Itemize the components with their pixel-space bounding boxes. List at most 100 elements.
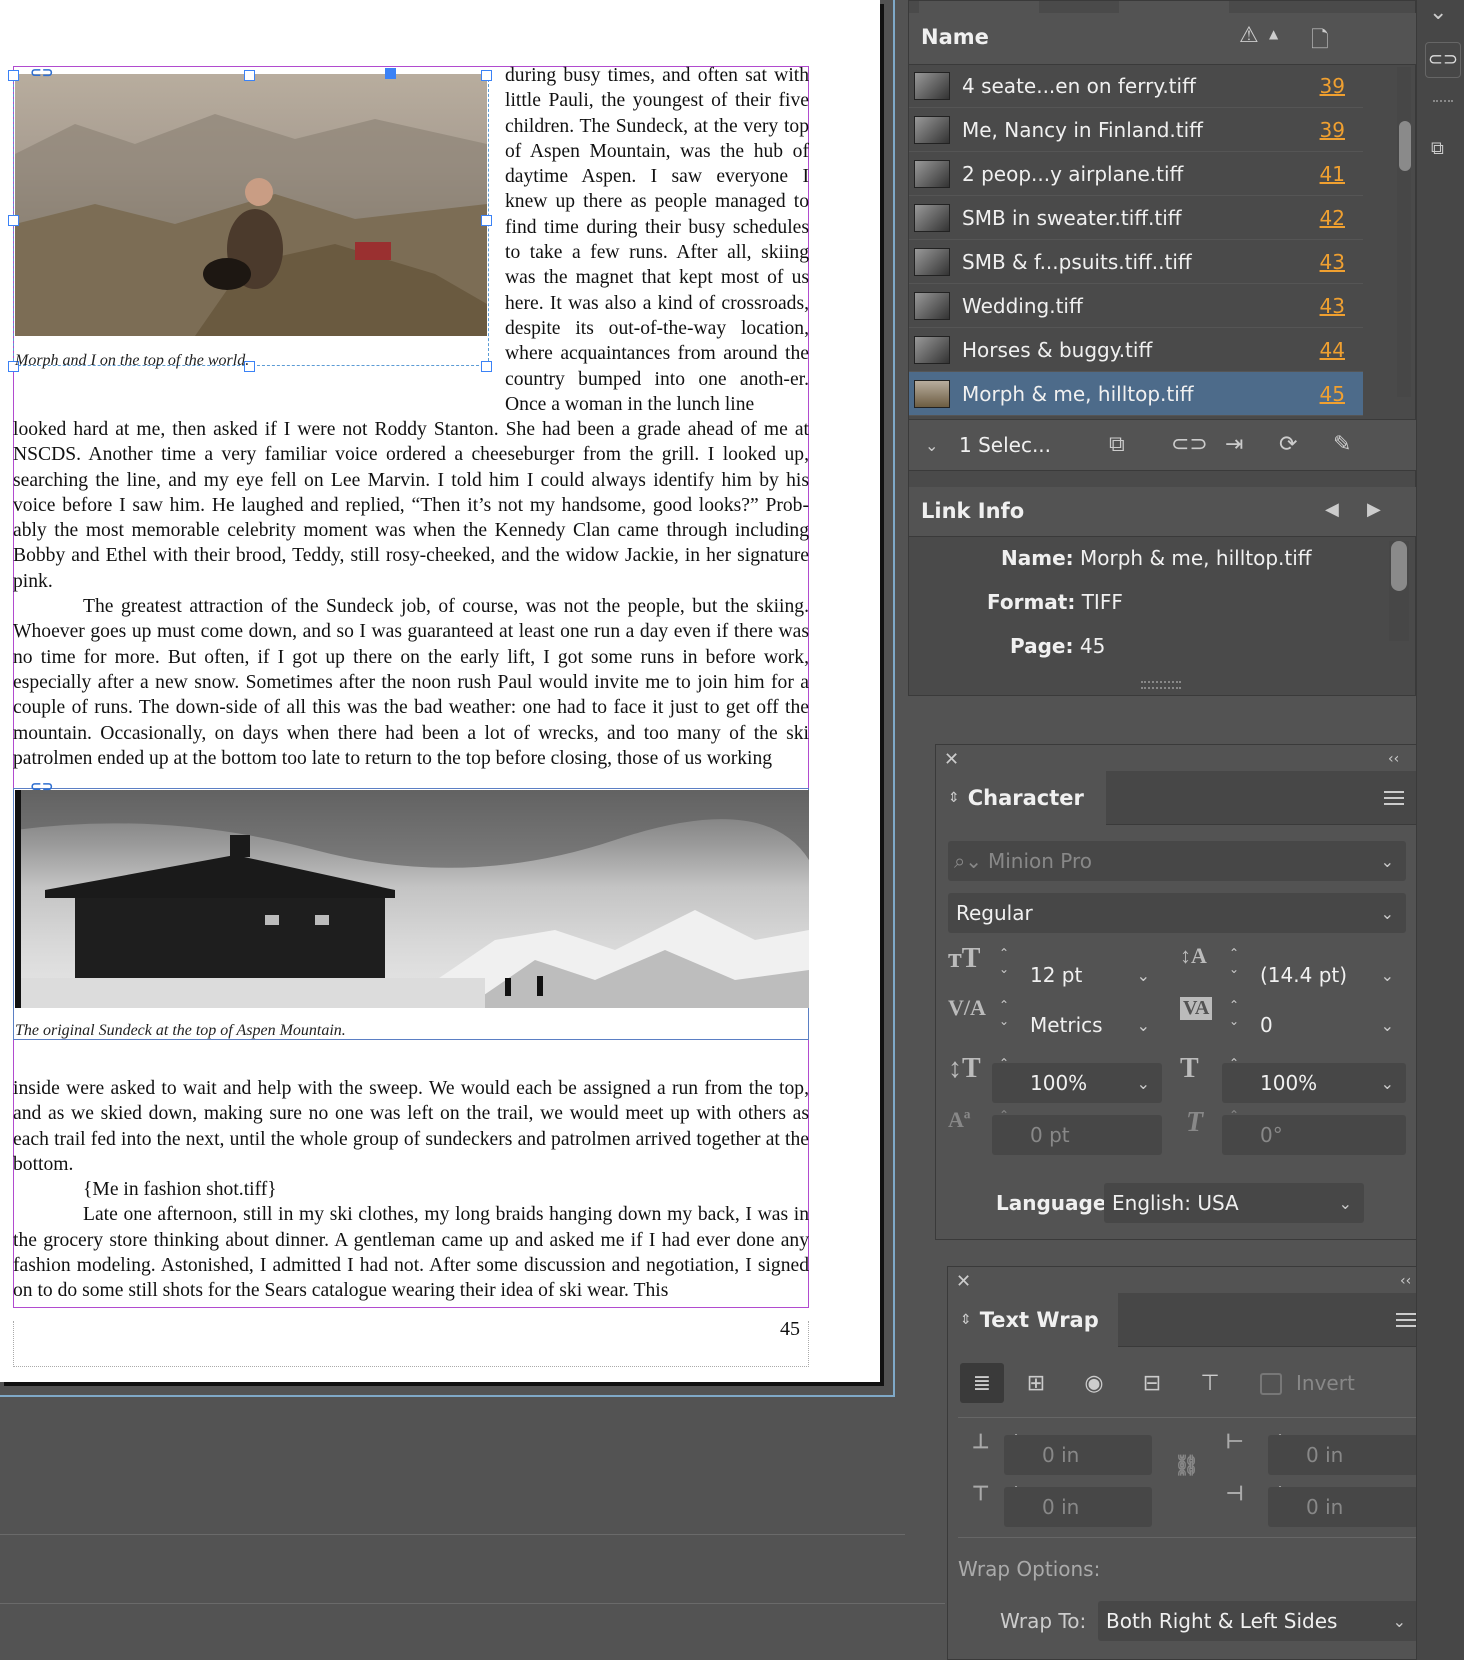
page-icon[interactable]: 🗋 [1311, 23, 1329, 61]
resize-handle[interactable] [8, 215, 19, 226]
wrap-to-dropdown[interactable]: Both Right & Left Sides ⌄ [1098, 1601, 1418, 1641]
resize-grip[interactable] [1141, 681, 1181, 689]
tracking-field[interactable]: 0 ⌄ [1222, 1005, 1406, 1045]
collapse-icon[interactable]: ‹‹ [1400, 1273, 1411, 1289]
dock-grip[interactable] [1433, 100, 1453, 106]
photo-morph-hilltop[interactable] [15, 74, 487, 336]
text-wrap-panel[interactable]: ✕ ‹‹ ⇕ Text Wrap ≣ ⊞ ◉ ⊟ ⊤ Invert ⊥ ⌃⌄ 0… [947, 1266, 1430, 1660]
sort-ascending-icon[interactable]: ▲ [1269, 27, 1278, 41]
chevron-down-icon[interactable]: ⌄ [1137, 1016, 1150, 1035]
resize-handle[interactable] [244, 70, 255, 81]
link-page-number[interactable]: 41 [1313, 162, 1363, 186]
link-info-header[interactable]: Link Info ◀ ▶ [909, 487, 1417, 537]
tab-character[interactable]: ⇕ Character [936, 771, 1106, 825]
right-offset-field[interactable]: 0 in [1268, 1487, 1418, 1527]
font-family-field[interactable]: ⌕⌄ Minion Pro ⌄ [948, 841, 1406, 881]
top-offset-field[interactable]: 0 in [1004, 1435, 1152, 1475]
chevron-down-icon[interactable]: ⌄ [1381, 1016, 1394, 1035]
link-page-number[interactable]: 43 [1313, 250, 1363, 274]
resize-handle[interactable] [481, 70, 492, 81]
link-icon[interactable]: ⊂⊃ [30, 66, 58, 80]
left-offset-field[interactable]: 0 in [1268, 1435, 1418, 1475]
resize-handle[interactable] [481, 215, 492, 226]
character-panel[interactable]: ✕ ‹‹ ⇕ Character ⌕⌄ Minion Pro ⌄ Regular… [935, 744, 1418, 1240]
chevron-down-icon[interactable]: ⌄ [1137, 1074, 1150, 1093]
collapse-icon[interactable]: ‹‹ [1388, 751, 1399, 767]
chevron-down-icon[interactable]: ⌄ [1381, 966, 1394, 985]
panel-menu-icon[interactable] [1396, 1313, 1416, 1327]
links-column-header[interactable]: Name ⚠ ▲ 🗋 [909, 13, 1417, 65]
jump-object-button[interactable]: ⊟ [1130, 1363, 1174, 1403]
jump-to-next-column-button[interactable]: ⊤ [1188, 1363, 1232, 1403]
invert-checkbox[interactable] [1260, 1373, 1282, 1395]
panel-menu-icon[interactable] [1384, 791, 1404, 805]
font-size-field[interactable]: 12 pt ⌄ [992, 955, 1162, 995]
body-text-full-width[interactable]: looked hard at me, then asked if I were … [13, 417, 809, 771]
warning-icon[interactable]: ⚠ [1239, 23, 1259, 48]
links-panel-icon[interactable]: ⊂⊃ [1425, 42, 1461, 78]
chevron-down-icon[interactable]: ⌄ [1339, 1194, 1352, 1213]
cc-libraries-icon[interactable]: ⧉ [1109, 432, 1125, 457]
close-icon[interactable]: ✕ [944, 749, 959, 770]
vertical-scale-field[interactable]: 100% ⌄ [992, 1063, 1162, 1103]
link-page-number[interactable]: 39 [1313, 74, 1363, 98]
chevron-down-icon[interactable]: ⌄ [925, 436, 938, 455]
chevron-down-icon[interactable]: ⌄ [1381, 852, 1394, 871]
link-page-number[interactable]: 39 [1313, 118, 1363, 142]
body-text-right-column[interactable]: during busy times, and often sat with li… [505, 63, 809, 417]
font-style-dropdown[interactable]: Regular ⌄ [948, 893, 1406, 933]
baseline-shift-field[interactable]: 0 pt [992, 1115, 1162, 1155]
chevron-down-icon[interactable]: ⌄ [1381, 1074, 1394, 1093]
wrap-object-shape-button[interactable]: ◉ [1072, 1363, 1116, 1403]
scrollbar-thumb[interactable] [1399, 121, 1411, 171]
link-row[interactable]: 4 seate...en on ferry.tiff 39 [909, 64, 1363, 108]
link-offsets-icon[interactable]: ⛓ [1174, 1453, 1199, 1478]
link-row[interactable]: 2 peop...y airplane.tiff 41 [909, 152, 1363, 196]
link-page-number[interactable]: 45 [1313, 382, 1363, 406]
resize-handle[interactable] [481, 361, 492, 372]
links-panel[interactable]: Name ⚠ ▲ 🗋 4 seate...en on ferry.tiff 39… [908, 0, 1417, 696]
bottom-offset-field[interactable]: 0 in [1004, 1487, 1152, 1527]
link-page-number[interactable]: 43 [1313, 294, 1363, 318]
language-dropdown[interactable]: English: USA ⌄ [1104, 1183, 1364, 1223]
previous-link-icon[interactable]: ◀ [1325, 499, 1339, 520]
chevron-down-icon[interactable]: ⌄ [1137, 966, 1150, 985]
go-to-link-icon[interactable]: ⇥ [1225, 432, 1243, 457]
document-canvas[interactable]: ⊂⊃ Morph and I on the top of the world. … [0, 0, 945, 1660]
collapse-panels-icon[interactable]: ⌄ [1429, 0, 1447, 25]
scrollbar-track[interactable] [1397, 67, 1411, 397]
content-grabber[interactable] [385, 68, 396, 79]
photo-original-sundeck[interactable] [15, 790, 809, 1008]
link-row[interactable]: SMB & f...psuits.tiff..tiff 43 [909, 240, 1363, 284]
tab-stub[interactable] [919, 1, 1039, 13]
chevron-down-icon[interactable]: ⌄ [1393, 1612, 1406, 1631]
link-row[interactable]: Horses & buggy.tiff 44 [909, 328, 1363, 372]
close-icon[interactable]: ✕ [956, 1271, 971, 1292]
kerning-field[interactable]: Metrics ⌄ [992, 1005, 1162, 1045]
resize-handle[interactable] [8, 70, 19, 81]
chevron-down-icon[interactable]: ⌄ [1381, 904, 1394, 923]
no-wrap-button[interactable]: ≣ [960, 1363, 1004, 1403]
link-row-selected[interactable]: Morph & me, hilltop.tiff 45 [909, 372, 1363, 416]
body-text-full-width[interactable]: inside were asked to wait and help with … [13, 1076, 809, 1304]
link-page-number[interactable]: 42 [1313, 206, 1363, 230]
footer-frame[interactable] [13, 1321, 809, 1367]
tab-stub[interactable] [1119, 1, 1229, 13]
wrap-bounding-box-button[interactable]: ⊞ [1014, 1363, 1058, 1403]
skew-field[interactable]: 0° [1222, 1115, 1406, 1155]
relink-icon[interactable]: ⊂⊃ [1171, 432, 1208, 457]
tab-text-wrap[interactable]: ⇕ Text Wrap [948, 1293, 1118, 1347]
horizontal-scale-field[interactable]: 100% ⌄ [1222, 1063, 1406, 1103]
link-page-number[interactable]: 44 [1313, 338, 1363, 362]
link-row[interactable]: SMB in sweater.tiff.tiff 42 [909, 196, 1363, 240]
update-link-icon[interactable]: ⟳ [1279, 432, 1297, 457]
pages-panel-icon[interactable]: ⧉ [1431, 138, 1444, 159]
document-page[interactable]: ⊂⊃ Morph and I on the top of the world. … [0, 0, 880, 1382]
column-name-header[interactable]: Name [921, 25, 989, 49]
next-link-icon[interactable]: ▶ [1367, 499, 1381, 520]
link-row[interactable]: Wedding.tiff 43 [909, 284, 1363, 328]
scrollbar-thumb[interactable] [1391, 541, 1407, 591]
leading-field[interactable]: (14.4 pt) ⌄ [1222, 955, 1406, 995]
edit-original-icon[interactable]: ✎ [1333, 432, 1351, 457]
link-icon[interactable]: ⊂⊃ [30, 780, 58, 794]
